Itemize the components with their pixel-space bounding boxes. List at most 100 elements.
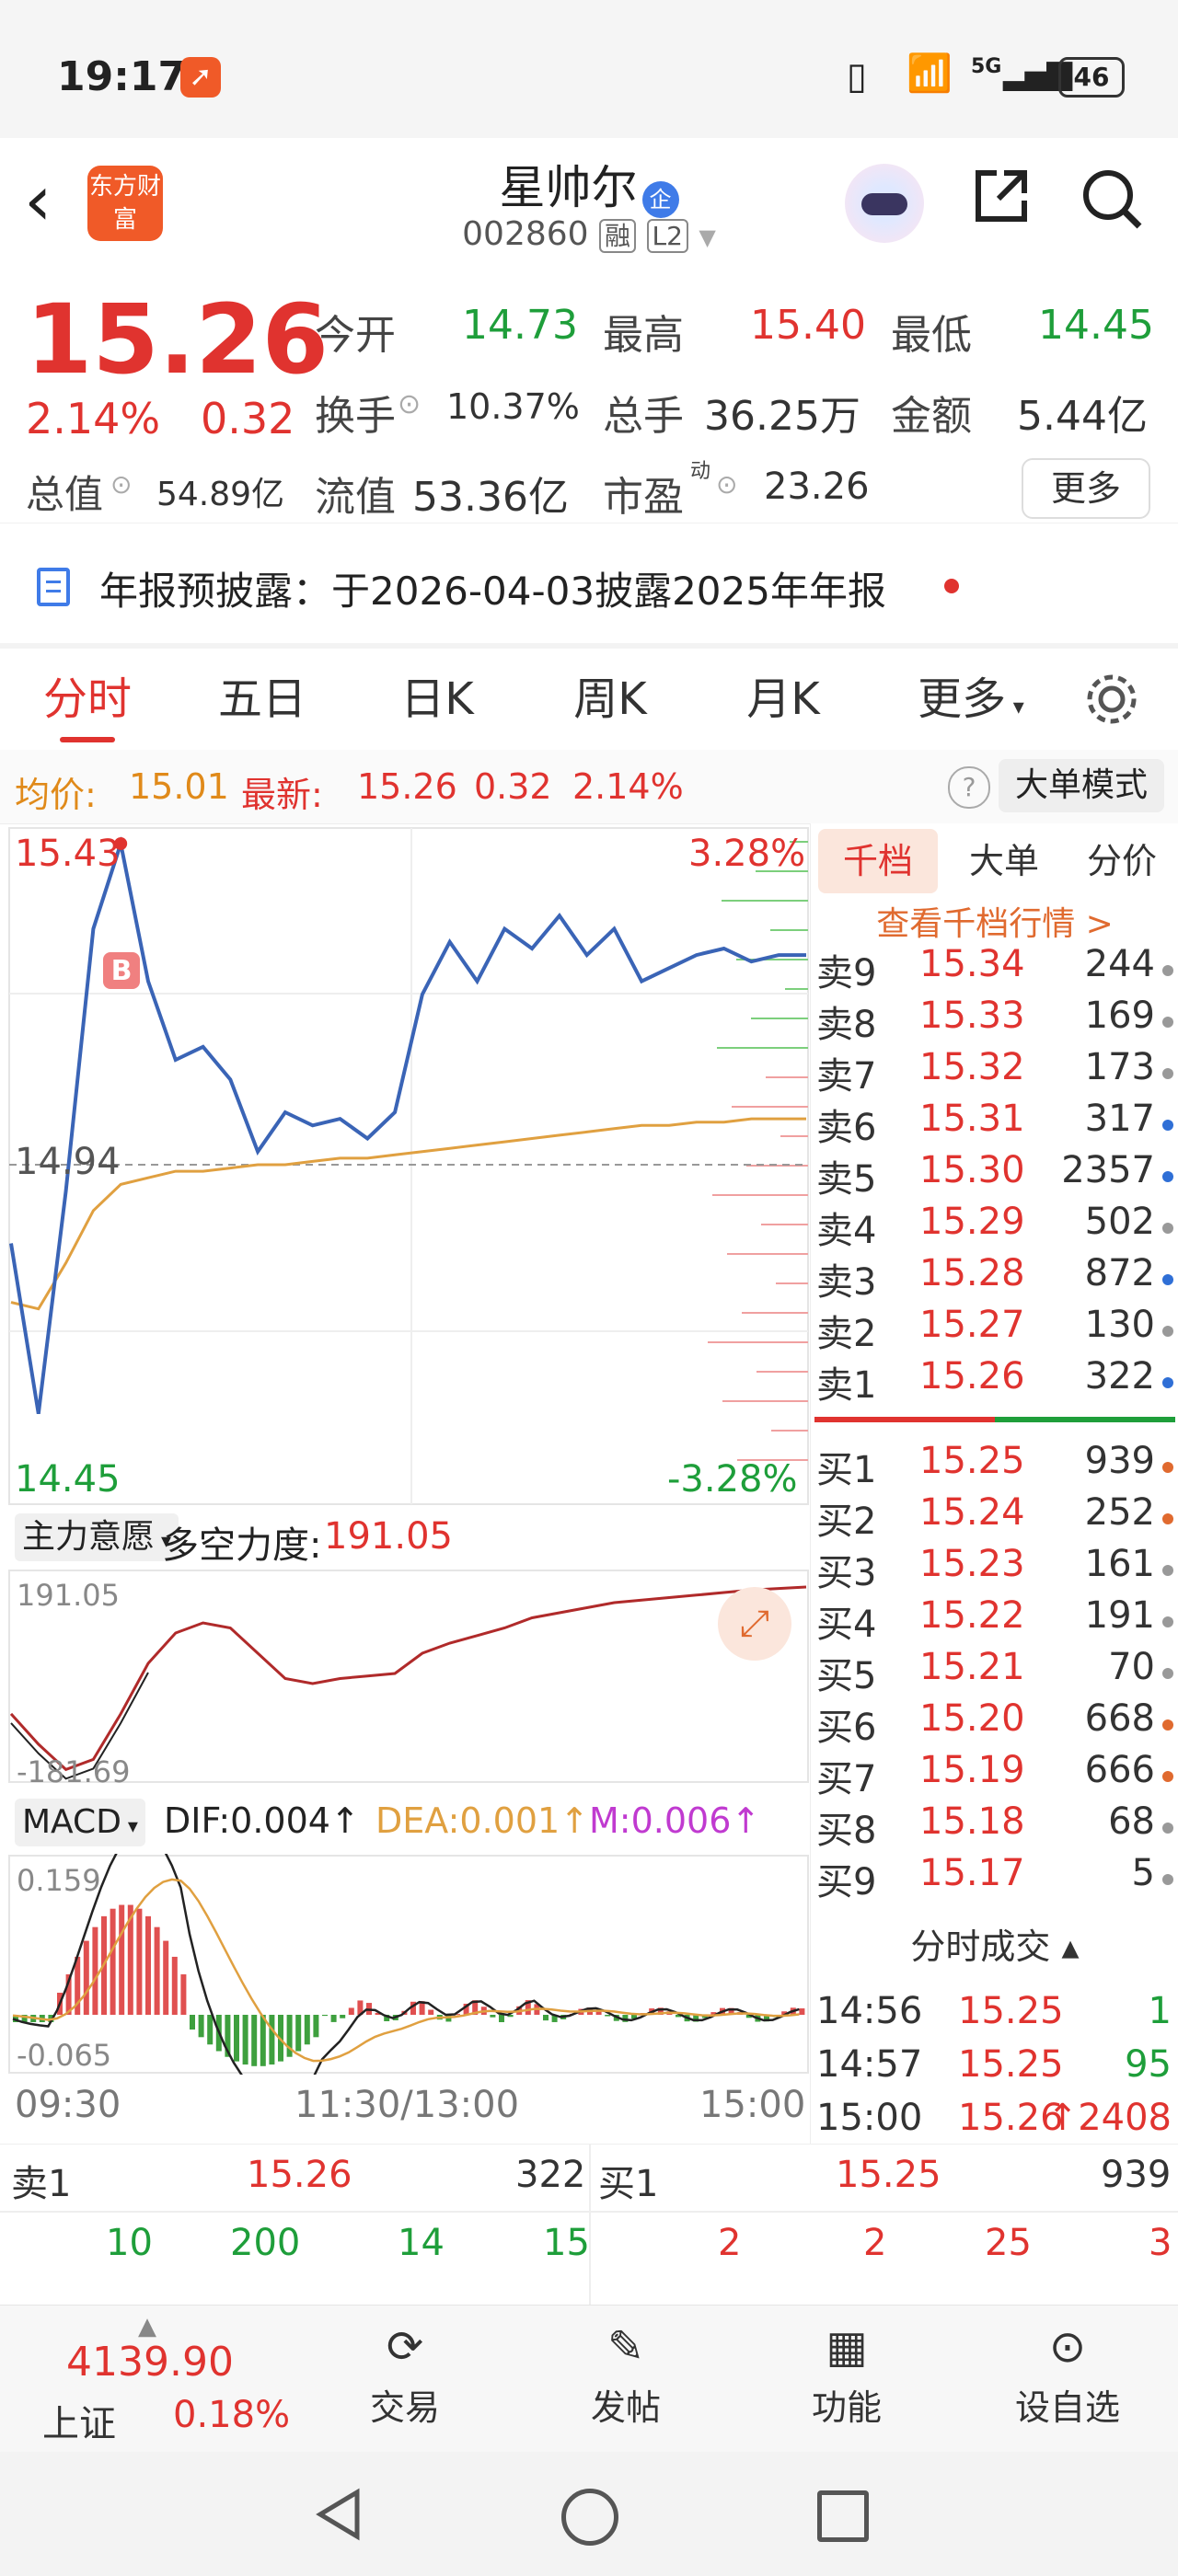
bid-row[interactable]: 买7 15.19 666 [811,1749,1178,1800]
time-label-mid: 11:30/13:00 [294,2084,520,2126]
bid-flag-dot [1162,1719,1173,1731]
macd-bar [295,2015,302,2052]
bid-price: 15.21 [919,1646,1025,1688]
macd-bar [348,2007,354,2015]
book-tab-big[interactable]: 大单 [949,829,1059,893]
bid-flag-dot [1162,1565,1173,1576]
tab-more[interactable]: 更多 ▾ [893,649,1049,750]
ask-row[interactable]: 卖8 15.33 169 [811,995,1178,1046]
share-icon[interactable] [971,166,1032,226]
macd-name: MACD [22,1803,121,1841]
level2-tag: L2 [646,219,688,253]
change-percent: 2.14% [26,394,161,443]
macd-bar [136,1908,143,2015]
index-name: 上证 [42,2403,116,2445]
big-order-mode-button[interactable]: 大单模式 [999,759,1164,812]
bid-row[interactable]: 买4 15.22 191 [811,1594,1178,1646]
info-icon-3[interactable]: ⊙ [716,469,737,500]
stock-name: 星帅尔 [499,161,638,214]
ask-row[interactable]: 卖9 15.34 244 [811,943,1178,995]
unread-dot [944,579,959,593]
function-button[interactable]: ▦ 功能 [791,2315,902,2444]
ask-row[interactable]: 卖1 15.26 322 [811,1355,1178,1407]
ask-flag-dot [1162,1171,1173,1182]
ask-level: 卖4 [816,1210,877,1252]
bid-row[interactable]: 买2 15.24 252 [811,1491,1178,1543]
macd-dif: DIF:0.004↑ [164,1800,360,1841]
nav-back-icon[interactable] [313,2487,364,2546]
indicator-selector[interactable]: 主力意愿 ▾ [15,1513,179,1561]
bid-row[interactable]: 买5 15.21 70 [811,1646,1178,1697]
bid-volume: 161 [1084,1543,1155,1585]
book-tab-price[interactable]: 分价 [1067,829,1177,893]
info-icon-2[interactable]: ⊙ [110,469,132,500]
trade-button[interactable]: ⟳ 交易 [350,2315,460,2444]
force-indicator-chart[interactable] [0,1569,810,1785]
bid-row[interactable]: 买8 15.18 68 [811,1800,1178,1852]
post-button[interactable]: ✎ 发帖 [571,2315,681,2444]
ask-row[interactable]: 卖3 15.28 872 [811,1252,1178,1304]
bid-row[interactable]: 买1 15.25 939 [811,1440,1178,1491]
macd-chart[interactable] [0,1854,810,2075]
macd-bar [260,2015,266,2066]
ask-row[interactable]: 卖6 15.31 317 [811,1098,1178,1149]
y-top-label: 15.43 [15,833,121,875]
ask-level: 卖2 [816,1313,877,1355]
function-label: 功能 [811,2387,882,2428]
nav-home-icon[interactable] [561,2489,618,2546]
info-icon[interactable]: ⊙ [398,388,421,420]
macd-bar [251,2015,258,2066]
tab-weekly-k[interactable]: 周K [541,649,679,750]
robot-avatar-icon[interactable] [845,164,924,243]
macd-selector[interactable]: MACD ▾ [15,1799,145,1846]
add-watchlist-button[interactable]: ⊙ 设自选 [1003,2315,1132,2444]
bid-row[interactable]: 买6 15.20 668 [811,1697,1178,1749]
tick-time: 14:56 [816,1990,923,2032]
nav-recents-icon[interactable] [817,2490,869,2542]
wifi-icon: 📶 [907,52,953,95]
announcement-banner[interactable]: 年报预披露：于2026-04-03披露2025年年报 [0,523,1178,652]
ask-row[interactable]: 卖2 15.27 130 [811,1304,1178,1355]
tab-intraday[interactable]: 分时 [18,649,156,750]
ask-flag-dot [1162,965,1173,976]
indicator-name: 主力意愿 [22,1518,156,1556]
queue-ask-cell: 10 [106,2222,153,2264]
low-value: 14.45 [1038,302,1154,349]
bid-row[interactable]: 买9 15.17 5 [811,1852,1178,1903]
tab-five-day[interactable]: 五日 [193,649,331,750]
ask-row[interactable]: 卖4 15.29 502 [811,1201,1178,1252]
book-tab-depth[interactable]: 千档 [818,829,938,893]
macd-bar [269,2015,275,2065]
pe-value: 23.26 [764,466,870,508]
bid-volume: 668 [1084,1697,1155,1740]
bid-row[interactable]: 买3 15.23 161 [811,1543,1178,1594]
queue-ask-cell: 15 [543,2222,590,2264]
ask-flag-dot [1162,1377,1173,1388]
more-button[interactable]: 更多 [1022,458,1150,519]
ask-volume: 173 [1084,1046,1155,1088]
app-notification-icon: ➚ [180,57,221,98]
tab-more-label: 更多 [918,673,1007,725]
index-widget[interactable]: ▲ 4139.90 上证 0.18% [0,2306,304,2453]
ask-price: 15.30 [919,1149,1025,1191]
view-depth-link[interactable]: 查看千档行情 > [811,897,1178,945]
settings-gear-icon[interactable] [1081,669,1142,730]
intraday-price-chart[interactable]: B [0,823,810,1509]
ask-row[interactable]: 卖7 15.32 173 [811,1046,1178,1098]
search-icon[interactable] [1079,166,1145,232]
help-icon[interactable]: ? [948,766,990,809]
macd-dea: DEA:0.001↑ [375,1800,590,1841]
bid-flag-dot [1162,1616,1173,1627]
expand-icon[interactable]: ⤢ [718,1587,791,1661]
tick-price: 15.25 [958,1990,1064,2032]
macd-top-label: 0.159 [17,1863,101,1898]
tab-monthly-k[interactable]: 月K [714,649,852,750]
intraday-chart-panel[interactable]: B 15.43 14.94 14.45 3.28% -3.28% 主力意愿 ▾ … [0,823,810,2144]
tab-daily-k[interactable]: 日K [368,649,506,750]
ticks-header[interactable]: 分时成交 ▴ [811,1918,1178,1969]
bid-level: 买5 [816,1655,877,1697]
stock-code: 002860 [462,215,589,253]
macd-bar [110,1908,116,2015]
ask-row[interactable]: 卖5 15.30 2357 [811,1149,1178,1201]
macd-m-text: M:0.006 [589,1800,732,1841]
